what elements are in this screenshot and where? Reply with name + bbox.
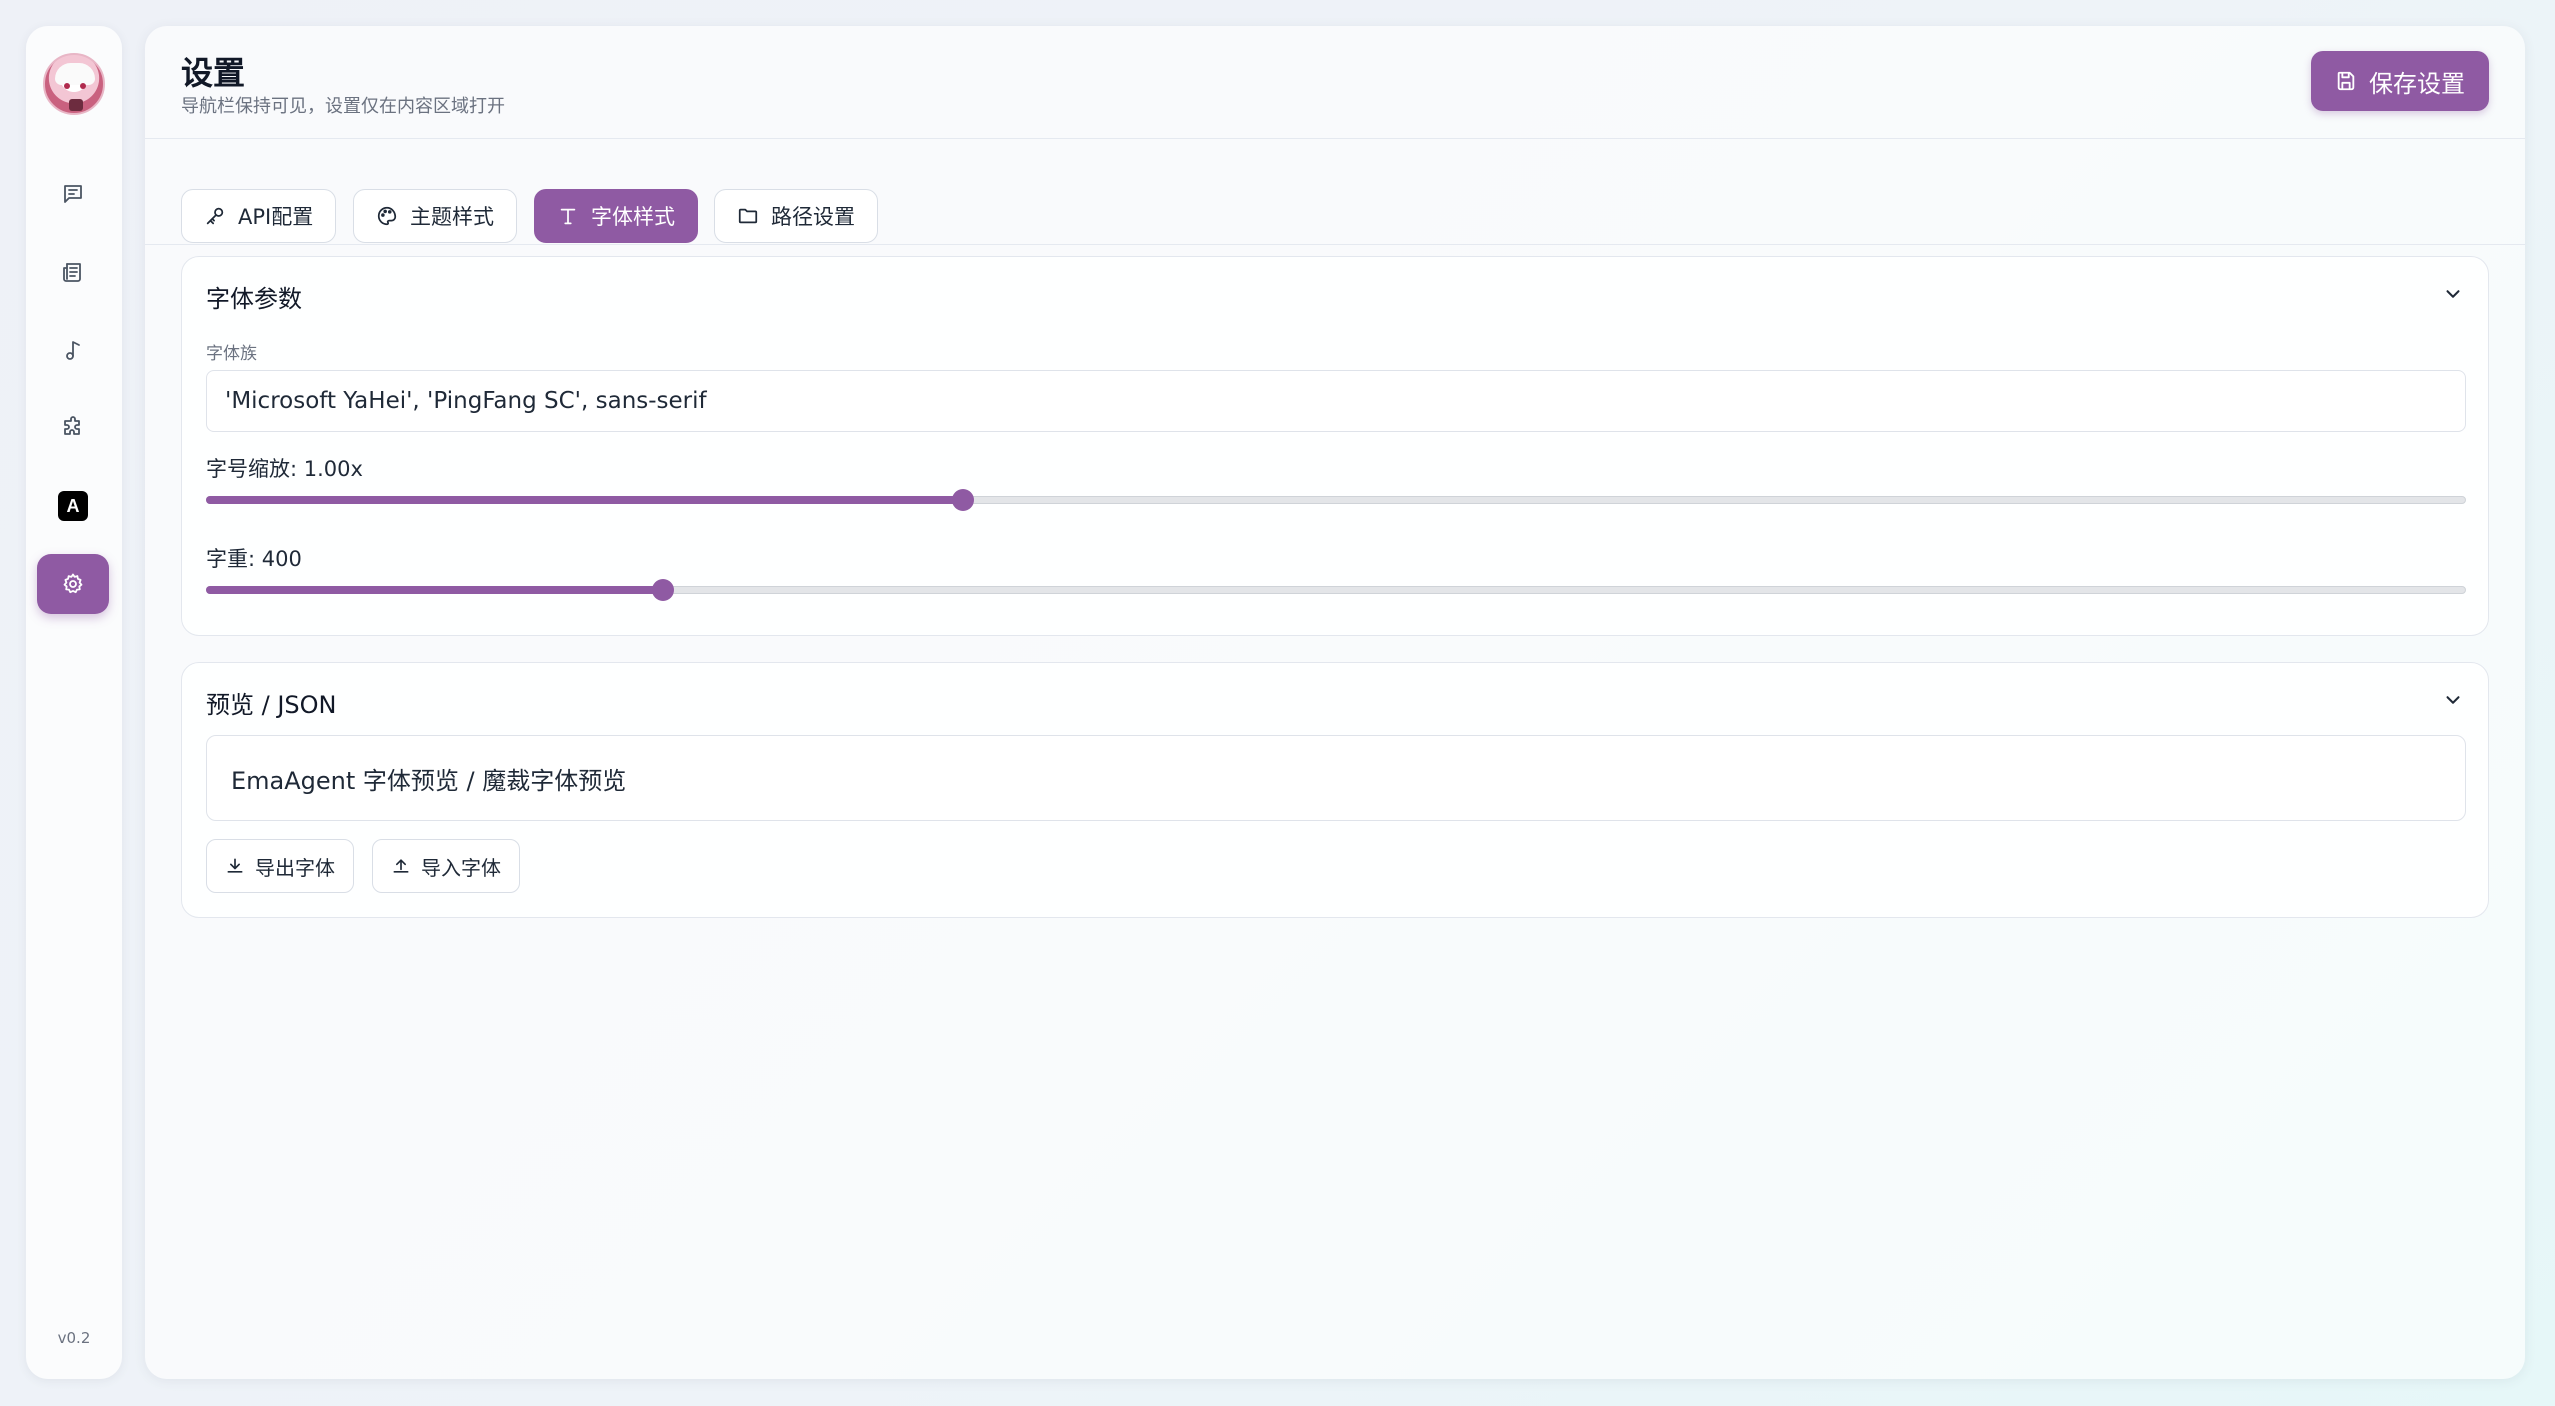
puzzle-icon xyxy=(64,416,80,435)
avatar-eye xyxy=(80,83,86,89)
tab-label: API配置 xyxy=(238,205,314,229)
slider-thumb[interactable] xyxy=(651,579,674,601)
font-weight-slider[interactable] xyxy=(206,579,2466,601)
download-icon xyxy=(227,858,243,873)
music-note-icon xyxy=(66,341,80,360)
tab-label: 主题样式 xyxy=(410,205,494,229)
section-title: 预览 / JSON xyxy=(206,691,337,719)
page-subtitle: 导航栏保持可见，设置仅在内容区域打开 xyxy=(181,96,505,117)
tab-font-style[interactable]: 字体样式 xyxy=(534,189,698,243)
newspaper-icon xyxy=(63,263,81,282)
font-family-label: 字体族 xyxy=(206,344,257,364)
palette-icon xyxy=(377,206,397,226)
avatar-eye xyxy=(64,83,70,89)
font-family-input[interactable] xyxy=(206,370,2466,432)
version-label: v0.2 xyxy=(57,1329,91,1347)
sidebar-item-font[interactable]: A xyxy=(37,476,109,536)
folder-icon xyxy=(738,208,758,224)
a-letter-icon: A xyxy=(58,491,88,521)
message-square-icon xyxy=(64,185,82,203)
slider-thumb[interactable] xyxy=(952,489,975,511)
slider-fill xyxy=(206,586,663,594)
tab-label: 字体样式 xyxy=(591,205,675,229)
avatar-hair xyxy=(55,63,95,85)
upload-icon xyxy=(393,859,409,873)
save-button-label: 保存设置 xyxy=(2369,69,2465,98)
preview-json-card: 预览 / JSON EmaAgent 字体预览 / 魔裁字体预览 导出字体 导入… xyxy=(181,662,2489,918)
sidebar-item-plugins[interactable] xyxy=(37,398,109,458)
settings-tabs: API配置 主题样式 字体样式 路径设置 xyxy=(145,138,2525,245)
tab-path-settings[interactable]: 路径设置 xyxy=(714,189,878,243)
type-icon xyxy=(560,208,576,225)
sidebar: A v0.2 xyxy=(26,26,122,1379)
font-preview-text: EmaAgent 字体预览 / 魔裁字体预览 xyxy=(231,766,627,795)
gear-icon xyxy=(63,573,83,594)
font-preview-box: EmaAgent 字体预览 / 魔裁字体预览 xyxy=(206,735,2466,821)
section-title: 字体参数 xyxy=(206,285,302,313)
main-panel: 设置 导航栏保持可见，设置仅在内容区域打开 保存设置 API配置 主题样式 字体… xyxy=(145,26,2525,1379)
tab-theme-style[interactable]: 主题样式 xyxy=(353,189,517,243)
sidebar-item-settings[interactable] xyxy=(37,554,109,614)
key-icon xyxy=(206,207,224,225)
tab-label: 路径设置 xyxy=(771,205,855,229)
sidebar-item-chat[interactable] xyxy=(37,164,109,224)
font-params-card: 字体参数 字体族 字号缩放: 1.00x 字重: 400 xyxy=(181,256,2489,636)
font-weight-label: 字重: 400 xyxy=(206,547,302,571)
export-font-button[interactable]: 导出字体 xyxy=(206,839,354,893)
avatar[interactable] xyxy=(43,53,105,115)
import-font-label: 导入字体 xyxy=(421,855,501,880)
slider-fill xyxy=(206,496,964,504)
page-title: 设置 xyxy=(181,54,246,92)
import-font-button[interactable]: 导入字体 xyxy=(372,839,520,893)
app-window: A v0.2 设置 导航栏保持可见，设置仅在内容区域打开 保存设置 API配置 … xyxy=(0,0,2555,1406)
chevron-down-icon[interactable] xyxy=(2442,689,2464,711)
font-scale-label: 字号缩放: 1.00x xyxy=(206,457,363,481)
sidebar-item-news[interactable] xyxy=(37,242,109,302)
sidebar-item-music[interactable] xyxy=(37,320,109,380)
font-scale-slider[interactable] xyxy=(206,489,2466,511)
page-header: 设置 导航栏保持可见，设置仅在内容区域打开 保存设置 xyxy=(145,26,2525,139)
export-font-label: 导出字体 xyxy=(255,855,335,880)
tab-api-config[interactable]: API配置 xyxy=(181,189,337,243)
chevron-down-icon[interactable] xyxy=(2442,283,2464,305)
save-icon xyxy=(2337,71,2355,91)
avatar-badge xyxy=(69,99,83,111)
save-settings-button[interactable]: 保存设置 xyxy=(2311,51,2489,111)
